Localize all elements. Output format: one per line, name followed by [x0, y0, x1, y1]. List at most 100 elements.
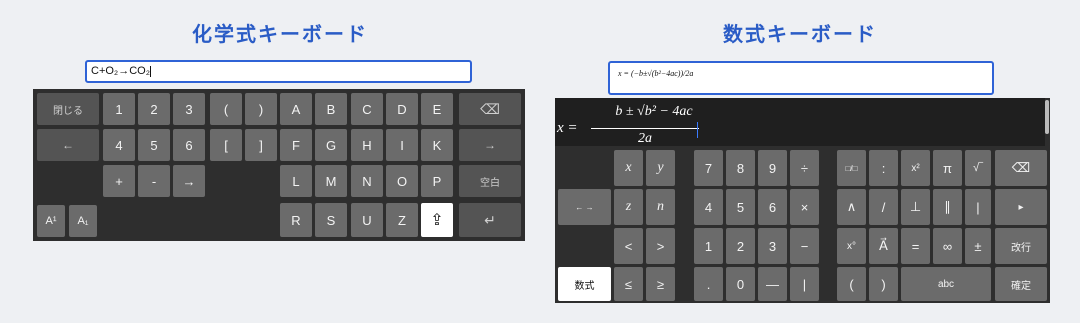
key-y[interactable]: y — [646, 150, 675, 186]
key-8[interactable]: 8 — [726, 150, 755, 186]
key-4[interactable]: 4 — [694, 189, 723, 225]
key-equals[interactable]: = — [901, 228, 930, 264]
key-dot[interactable]: . — [694, 267, 723, 301]
key-3[interactable]: 3 — [758, 228, 787, 264]
key-plus[interactable]: + — [103, 165, 135, 197]
key-le[interactable]: ≤ — [614, 267, 643, 301]
key-0[interactable]: 0 — [726, 267, 755, 301]
shift-key[interactable]: ⇪ — [421, 203, 453, 237]
key-E[interactable]: E — [421, 93, 453, 125]
key-U[interactable]: U — [351, 203, 383, 237]
key-F[interactable]: F — [280, 129, 312, 161]
key-gt[interactable]: > — [646, 228, 675, 264]
key-rbracket[interactable]: ] — [245, 129, 277, 161]
key-parallel[interactable]: ∥ — [933, 189, 962, 225]
math-denominator: 2a — [638, 131, 652, 146]
backspace-key[interactable]: ⌫ — [459, 93, 521, 125]
fraction-key[interactable]: □/□ — [837, 150, 866, 186]
math-numerator: b ± √b² − 4ac — [615, 104, 693, 119]
next-key[interactable]: ▸ — [995, 189, 1047, 225]
key-H[interactable]: H — [351, 129, 383, 161]
key-6[interactable]: 6 — [173, 129, 205, 161]
key-times[interactable]: × — [790, 189, 819, 225]
key-B[interactable]: B — [315, 93, 347, 125]
key-divide[interactable]: ÷ — [790, 150, 819, 186]
key-C[interactable]: C — [351, 93, 383, 125]
key-D[interactable]: D — [386, 93, 418, 125]
key-plusminus[interactable]: ± — [965, 228, 991, 264]
sqrt-key[interactable]: √‾ — [965, 150, 991, 186]
text-caret — [149, 65, 151, 77]
key-bar[interactable]: | — [965, 189, 991, 225]
key-6[interactable]: 6 — [758, 189, 787, 225]
math-input-text: x = (−b±√(b²−4ac))/2a — [618, 69, 694, 78]
math-mode-key[interactable]: 数式 — [558, 267, 611, 301]
math-formula-input[interactable]: x = (−b±√(b²−4ac))/2a — [608, 61, 994, 95]
backspace-key[interactable]: ⌫ — [995, 150, 1047, 186]
chem-formula-input[interactable]: C+O₂→CO₂ — [85, 60, 472, 83]
degree-key[interactable]: x° — [837, 228, 866, 264]
key-M[interactable]: M — [315, 165, 347, 197]
key-z[interactable]: z — [614, 189, 643, 225]
key-and[interactable]: ∧ — [837, 189, 866, 225]
key-dash[interactable]: — — [758, 267, 787, 301]
key-rparen[interactable]: ) — [869, 267, 898, 301]
key-4[interactable]: 4 — [103, 129, 135, 161]
key-lt[interactable]: < — [614, 228, 643, 264]
space-key[interactable]: 空白 — [459, 165, 521, 197]
key-P[interactable]: P — [421, 165, 453, 197]
scrollbar[interactable] — [1045, 100, 1049, 134]
cursor-leftright-key[interactable]: ← → — [558, 189, 611, 225]
key-n[interactable]: n — [646, 189, 675, 225]
superscript-key[interactable]: A¹ — [37, 205, 65, 237]
key-G[interactable]: G — [315, 129, 347, 161]
key-pi[interactable]: π — [933, 150, 962, 186]
key-slash[interactable]: / — [869, 189, 898, 225]
key-Z[interactable]: Z — [386, 203, 418, 237]
key-1[interactable]: 1 — [103, 93, 135, 125]
key-infinity[interactable]: ∞ — [933, 228, 962, 264]
key-lparen[interactable]: ( — [210, 93, 242, 125]
key-9[interactable]: 9 — [758, 150, 787, 186]
key-rparen[interactable]: ) — [245, 93, 277, 125]
fraction-bar — [591, 128, 699, 129]
cursor-left-key[interactable]: ← — [37, 129, 99, 161]
key-2[interactable]: 2 — [726, 228, 755, 264]
key-lparen[interactable]: ( — [837, 267, 866, 301]
math-display: x = b ± √b² − 4ac 2a — [555, 98, 1045, 146]
key-lbracket[interactable]: [ — [210, 129, 242, 161]
key-reaction-arrow[interactable]: → — [173, 165, 205, 197]
key-N[interactable]: N — [351, 165, 383, 197]
key-2[interactable]: 2 — [138, 93, 170, 125]
key-vertical[interactable]: | — [790, 267, 819, 301]
key-perpendicular[interactable]: ⊥ — [901, 189, 930, 225]
power-key[interactable]: x² — [901, 150, 930, 186]
key-7[interactable]: 7 — [694, 150, 723, 186]
key-colon[interactable]: : — [869, 150, 898, 186]
subscript-key[interactable]: A₁ — [69, 205, 97, 237]
key-A[interactable]: A — [280, 93, 312, 125]
key-minus[interactable]: - — [138, 165, 170, 197]
key-ge[interactable]: ≥ — [646, 267, 675, 301]
newline-key[interactable]: 改行 — [995, 228, 1047, 264]
key-I[interactable]: I — [386, 129, 418, 161]
key-3[interactable]: 3 — [173, 93, 205, 125]
cursor-right-key[interactable]: → — [459, 129, 521, 161]
key-minus[interactable]: − — [790, 228, 819, 264]
key-L[interactable]: L — [280, 165, 312, 197]
key-O[interactable]: O — [386, 165, 418, 197]
key-R[interactable]: R — [280, 203, 312, 237]
math-keyboard-title: 数式キーボード — [723, 22, 877, 46]
key-x[interactable]: x — [614, 150, 643, 186]
abc-key[interactable]: abc — [901, 267, 991, 301]
key-5[interactable]: 5 — [138, 129, 170, 161]
enter-key[interactable]: ↵ — [459, 203, 521, 237]
key-5[interactable]: 5 — [726, 189, 755, 225]
vector-key[interactable]: A⃗ — [869, 228, 898, 264]
key-K[interactable]: K — [421, 129, 453, 161]
close-key[interactable]: 閉じる — [37, 93, 99, 125]
chem-keyboard-title: 化学式キーボード — [192, 22, 368, 46]
key-S[interactable]: S — [315, 203, 347, 237]
confirm-key[interactable]: 確定 — [995, 267, 1047, 301]
key-1[interactable]: 1 — [694, 228, 723, 264]
